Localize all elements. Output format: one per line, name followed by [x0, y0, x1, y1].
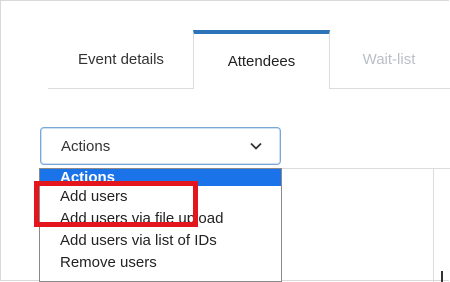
tab-event-details-label: Event details — [78, 50, 164, 68]
option-add-users-list-ids[interactable]: Add users via list of IDs — [40, 230, 281, 252]
content-fragment — [441, 271, 443, 282]
tab-wait-list: Wait-list — [330, 30, 448, 88]
option-add-users-file-upload[interactable]: Add users via file upload — [40, 208, 281, 230]
option-actions[interactable]: Actions — [40, 169, 281, 186]
chevron-down-icon — [250, 142, 262, 150]
option-remove-users[interactable]: Remove users — [40, 252, 281, 274]
tab-wait-list-label: Wait-list — [362, 50, 416, 68]
option-add-users[interactable]: Add users — [40, 186, 281, 208]
active-tab-gap — [194, 88, 329, 89]
actions-select[interactable]: Actions — [40, 127, 281, 165]
content-column-divider — [433, 168, 434, 282]
actions-dropdown-list: Actions Add users Add users via file upl… — [39, 168, 282, 282]
tab-event-details[interactable]: Event details — [48, 30, 194, 88]
tab-attendees[interactable]: Attendees — [193, 30, 330, 88]
tab-attendees-label: Attendees — [227, 52, 296, 70]
actions-select-value: Actions — [61, 137, 111, 155]
content-divider — [282, 168, 450, 169]
